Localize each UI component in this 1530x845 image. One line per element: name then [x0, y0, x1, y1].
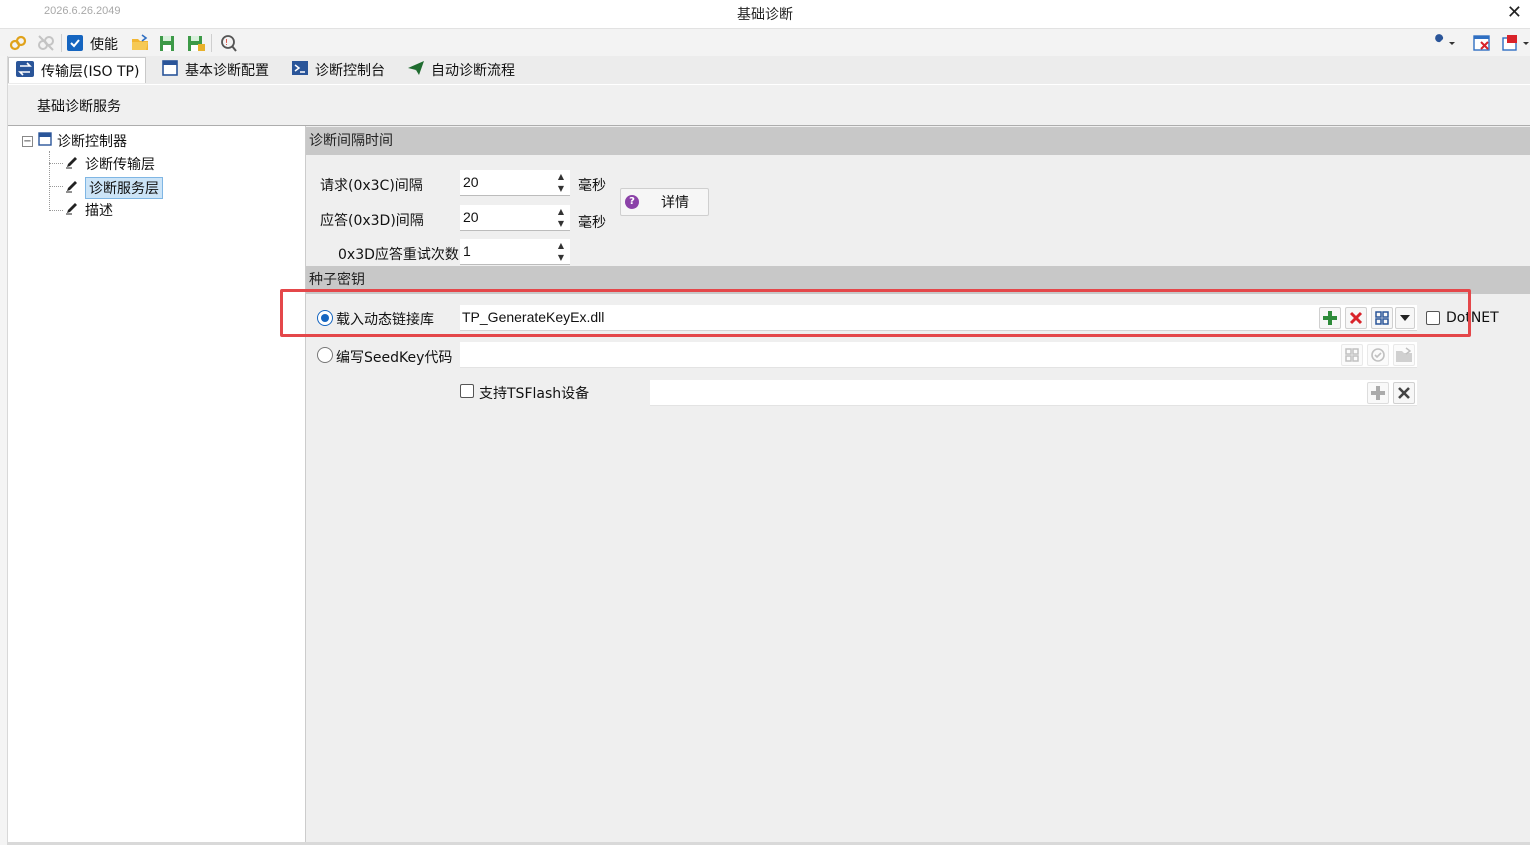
tab-bar: 传输层(ISO TP) 基本诊断配置 诊断控制台 自动诊断流程 [0, 56, 1530, 84]
tsflash-checkbox[interactable] [460, 384, 474, 398]
ribbon-label: 基础诊断服务 [37, 99, 121, 115]
open-folder-icon[interactable] [130, 33, 150, 53]
spin-arrows[interactable]: ▲ ▼ [554, 241, 568, 263]
tsflash-label: 支持TSFlash设备 [479, 386, 590, 402]
tree-connector [49, 186, 63, 187]
interval-section-header: 诊断间隔时间 [306, 127, 1530, 155]
tree-connector [49, 210, 63, 211]
send-icon [407, 59, 425, 81]
toolbar: 使能 ! [0, 28, 1530, 56]
grid-icon[interactable] [1371, 307, 1393, 329]
tree-root-diag-controller[interactable]: − 诊断控制器 [22, 131, 127, 151]
delete-icon[interactable] [1393, 382, 1415, 404]
tree-connector [49, 163, 63, 164]
dll-path-value: TP_GenerateKeyEx.dll [462, 309, 605, 325]
pencil-icon [64, 154, 80, 174]
enable-checkbox[interactable] [67, 35, 83, 51]
retry-count-spinner[interactable]: 1 ▲ ▼ [460, 239, 570, 265]
load-dll-radio[interactable] [317, 310, 333, 326]
toolbar-separator [61, 34, 62, 52]
diagnose-search-icon[interactable]: ! [218, 33, 238, 53]
controller-icon [38, 132, 52, 150]
tree-item-label: 诊断服务层 [85, 177, 163, 199]
detail-button-label: 详情 [661, 195, 689, 211]
response-interval-label: 应答(0x3D)间隔 [320, 213, 424, 229]
tab-diag-console[interactable]: 诊断控制台 [285, 57, 391, 83]
wrench-icon[interactable] [1430, 33, 1455, 53]
open-folder-icon[interactable] [1393, 344, 1415, 366]
content-panel: 诊断间隔时间 请求(0x3C)间隔 20 ▲ ▼ 毫秒 应答(0x3D)间隔 20… [306, 126, 1530, 842]
window-close-icon[interactable] [1472, 33, 1492, 53]
spin-arrows[interactable]: ▲ ▼ [554, 172, 568, 194]
tree-panel: − 诊断控制器 诊断传输层 诊断服务层 描述 [8, 126, 306, 842]
tab-auto-diag[interactable]: 自动诊断流程 [401, 57, 521, 83]
request-interval-spinner[interactable]: 20 ▲ ▼ [460, 170, 570, 196]
dotnet-checkbox[interactable] [1426, 311, 1440, 325]
swap-arrows-icon [15, 60, 35, 82]
tab-label: 基本诊断配置 [185, 63, 269, 79]
delete-icon[interactable] [1345, 307, 1367, 329]
toolbar-separator [211, 34, 212, 52]
unlink-icon[interactable] [36, 33, 56, 53]
dotnet-label: DotNET [1446, 310, 1499, 326]
tree-item-service[interactable]: 诊断服务层 [64, 177, 163, 199]
close-icon[interactable]: ✕ [1507, 2, 1522, 23]
chevron-down-icon[interactable] [1395, 307, 1415, 329]
tab-transport-layer[interactable]: 传输层(ISO TP) [8, 57, 147, 83]
response-interval-value: 20 [463, 209, 479, 225]
response-unit-label: 毫秒 [578, 215, 606, 231]
seedkey-code-field[interactable] [460, 342, 1417, 368]
spin-arrows[interactable]: ▲ ▼ [554, 207, 568, 229]
service-ribbon: 基础诊断服务 [8, 85, 1530, 126]
collapse-icon[interactable]: − [22, 135, 33, 147]
add-icon[interactable] [1367, 382, 1389, 404]
window-title: 基础诊断 [737, 7, 793, 23]
detail-button[interactable]: ? 详情 [620, 188, 709, 216]
write-code-radio[interactable] [317, 347, 333, 363]
enable-label: 使能 [90, 37, 118, 53]
tree-item-label: 描述 [85, 203, 113, 219]
tab-label: 自动诊断流程 [431, 63, 515, 79]
retry-count-label: 0x3D应答重试次数 [338, 247, 459, 263]
pencil-icon [64, 200, 80, 220]
tab-label: 传输层(ISO TP) [41, 63, 140, 80]
tsflash-field[interactable] [650, 380, 1417, 406]
request-unit-label: 毫秒 [578, 178, 606, 194]
request-interval-value: 20 [463, 174, 479, 190]
left-edge-strip [0, 56, 8, 845]
tree-item-transport[interactable]: 诊断传输层 [64, 154, 155, 174]
pencil-icon [64, 178, 80, 198]
write-code-label: 编写SeedKey代码 [336, 350, 453, 366]
load-dll-label: 载入动态链接库 [336, 312, 434, 328]
window-menu-icon[interactable] [1500, 33, 1529, 53]
tab-basic-config[interactable]: 基本诊断配置 [155, 57, 275, 83]
add-icon[interactable] [1319, 307, 1341, 329]
tree-connector [49, 151, 50, 211]
tree-item-label: 诊断传输层 [85, 157, 155, 173]
tree-root-label: 诊断控制器 [57, 134, 127, 150]
response-interval-spinner[interactable]: 20 ▲ ▼ [460, 205, 570, 231]
save-as-icon[interactable] [186, 33, 206, 53]
retry-count-value: 1 [463, 243, 471, 259]
tree-item-description[interactable]: 描述 [64, 200, 113, 220]
title-bar: 2026.6.26.2049 基础诊断 ✕ [0, 0, 1530, 27]
link-icon[interactable] [8, 33, 28, 53]
tab-label: 诊断控制台 [315, 63, 385, 79]
request-interval-label: 请求(0x3C)间隔 [320, 178, 423, 194]
seed-key-section-header: 种子密钥 [306, 266, 1530, 294]
console-icon [291, 59, 309, 81]
dll-path-field[interactable]: TP_GenerateKeyEx.dll [460, 305, 1417, 331]
save-green-icon[interactable] [158, 33, 178, 53]
help-icon: ? [625, 195, 639, 209]
compile-icon[interactable] [1367, 344, 1389, 366]
window-icon [161, 59, 179, 81]
svg-text:!: ! [225, 38, 228, 47]
grid-icon[interactable] [1341, 344, 1363, 366]
